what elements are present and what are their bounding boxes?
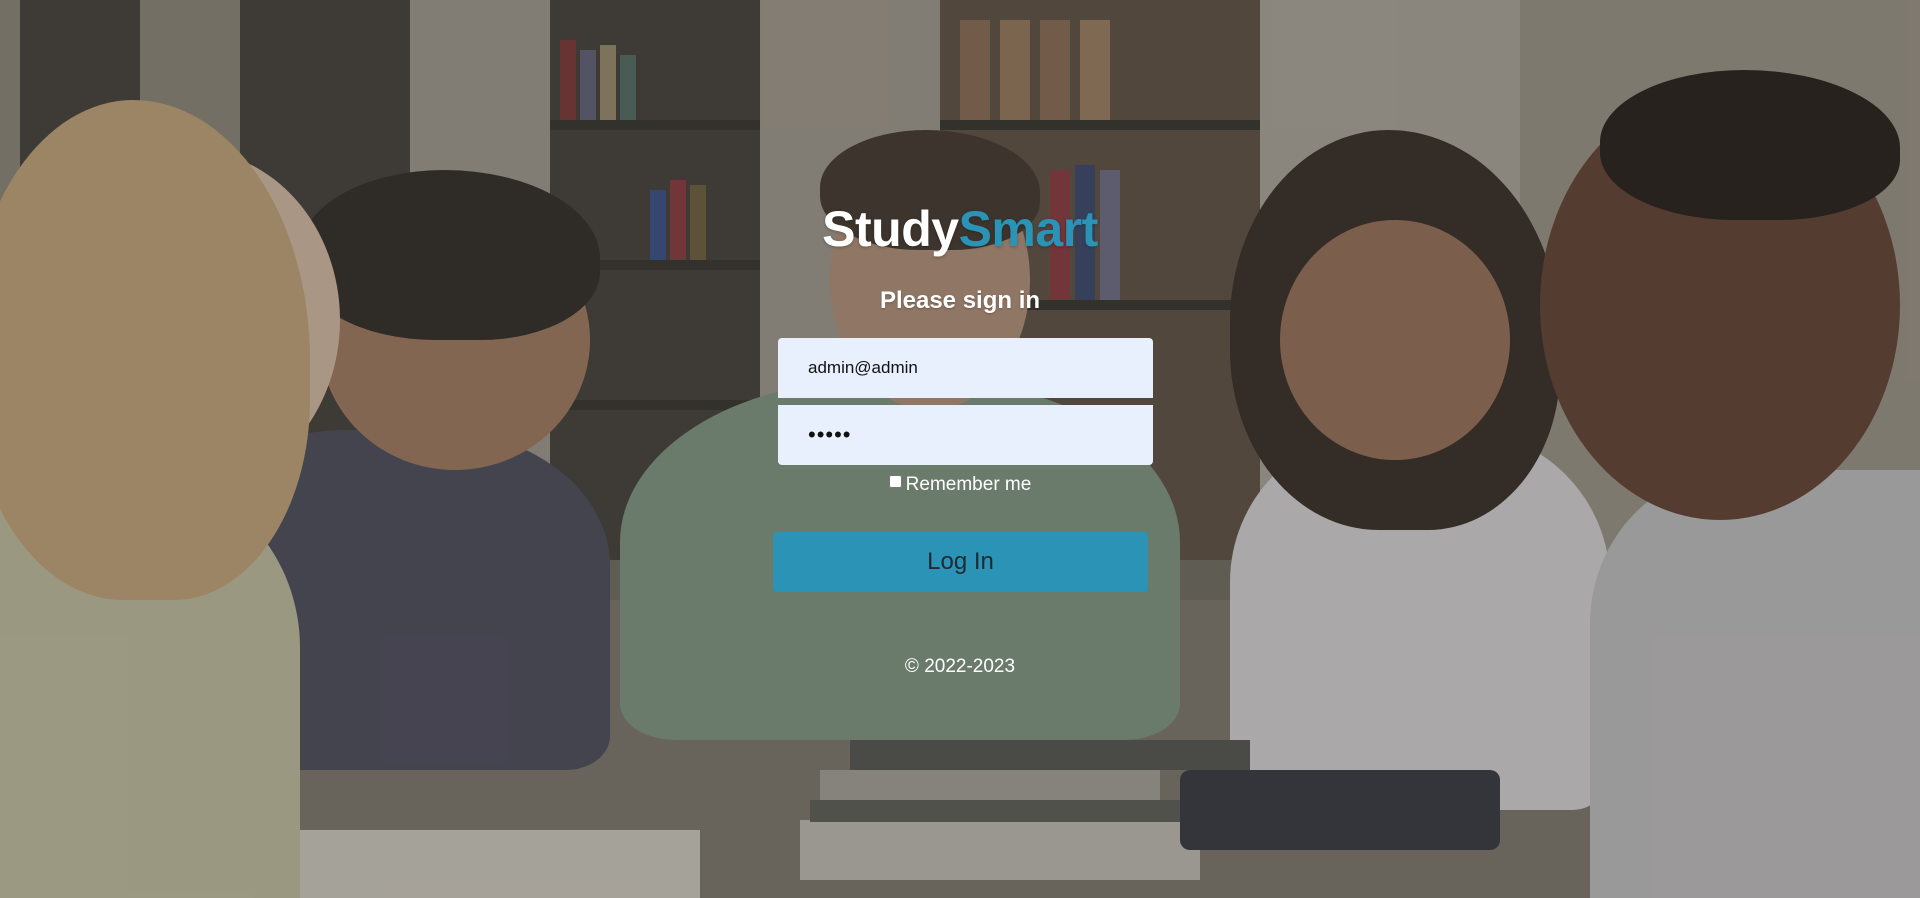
password-field[interactable] bbox=[778, 405, 1153, 465]
brand-part-study: Study bbox=[822, 201, 959, 257]
remember-me-row: Remember me bbox=[0, 474, 1920, 496]
login-form: StudySmart Please sign in Remember me Lo… bbox=[0, 0, 1920, 898]
log-in-button[interactable]: Log In bbox=[773, 532, 1148, 592]
brand-part-smart: Smart bbox=[958, 201, 1099, 257]
email-field[interactable] bbox=[778, 338, 1153, 398]
copyright-text: © 2022-2023 bbox=[904, 656, 1016, 677]
remember-me-label: Remember me bbox=[905, 474, 1032, 495]
remember-me-checkbox[interactable] bbox=[888, 475, 902, 488]
login-page: StudySmart Please sign in Remember me Lo… bbox=[0, 0, 1920, 898]
sign-in-heading: Please sign in bbox=[879, 287, 1041, 314]
brand-logo: StudySmart bbox=[0, 200, 1920, 258]
